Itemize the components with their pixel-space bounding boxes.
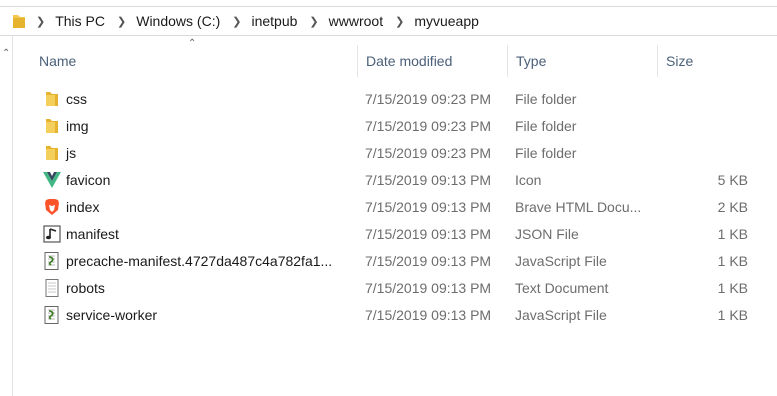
column-header-size[interactable]: Size <box>657 45 757 77</box>
file-date-modified: 7/15/2019 09:13 PM <box>365 280 492 296</box>
text-document-icon <box>42 278 62 298</box>
file-name[interactable]: precache-manifest.4727da487c4a782fa1... <box>66 253 332 269</box>
file-size: 1 KB <box>717 280 748 296</box>
file-type: File folder <box>515 145 577 161</box>
chevron-right-icon[interactable]: ❯ <box>395 15 404 28</box>
breadcrumb-item[interactable]: This PC <box>55 13 105 29</box>
file-type: JavaScript File <box>515 307 607 323</box>
file-name[interactable]: img <box>66 118 89 134</box>
file-date-modified: 7/15/2019 09:13 PM <box>365 226 492 242</box>
file-type: Brave HTML Docu... <box>515 199 642 215</box>
column-header-name[interactable]: Name <box>31 45 357 77</box>
file-type: JavaScript File <box>515 253 607 269</box>
navigation-pane[interactable]: ⌃ <box>0 36 13 396</box>
address-bar[interactable]: ❯ This PC ❯ Windows (C:) ❯ inetpub ❯ www… <box>0 6 777 36</box>
file-size: 1 KB <box>717 307 748 323</box>
file-row[interactable]: robots 7/15/2019 09:13 PM Text Document 1 K… <box>13 274 753 301</box>
file-row[interactable]: precache-manifest.4727da487c4a782fa1... 7… <box>13 247 753 274</box>
file-date-modified: 7/15/2019 09:13 PM <box>365 307 492 323</box>
file-date-modified: 7/15/2019 09:13 PM <box>365 172 492 188</box>
file-row[interactable]: index 7/15/2019 09:13 PM Brave HTML Docu..… <box>13 193 753 220</box>
file-size: 1 KB <box>717 226 748 242</box>
file-name[interactable]: service-worker <box>66 307 157 323</box>
brave-icon <box>42 197 62 217</box>
folder-icon <box>12 13 26 34</box>
folder-icon <box>42 143 62 163</box>
chevron-up-icon[interactable]: ⌃ <box>2 48 10 59</box>
file-date-modified: 7/15/2019 09:13 PM <box>365 199 492 215</box>
chevron-right-icon[interactable]: ❯ <box>36 15 45 28</box>
file-date-modified: 7/15/2019 09:23 PM <box>365 145 492 161</box>
file-name[interactable]: index <box>66 199 99 215</box>
column-header-date-modified[interactable]: Date modified <box>357 45 507 77</box>
breadcrumb-item[interactable]: Windows (C:) <box>136 13 220 29</box>
file-row[interactable]: manifest 7/15/2019 09:13 PM JSON File 1 KB <box>13 220 753 247</box>
file-row[interactable]: service-worker 7/15/2019 09:13 PM JavaScri… <box>13 301 753 328</box>
folder-icon <box>42 116 62 136</box>
file-row[interactable]: img 7/15/2019 09:23 PM File folder <box>13 112 753 139</box>
breadcrumb-item[interactable]: wwwroot <box>329 13 383 29</box>
chevron-right-icon[interactable]: ❯ <box>309 15 318 28</box>
file-size: 5 KB <box>717 172 748 188</box>
music-note-icon <box>42 224 62 244</box>
breadcrumb-item[interactable]: myvueapp <box>414 13 479 29</box>
file-size: 2 KB <box>717 199 748 215</box>
file-name[interactable]: robots <box>66 280 105 296</box>
column-header-type[interactable]: Type <box>507 45 657 77</box>
folder-icon <box>42 89 62 109</box>
file-date-modified: 7/15/2019 09:13 PM <box>365 253 492 269</box>
vue-icon <box>42 170 62 190</box>
file-type: File folder <box>515 91 577 107</box>
file-date-modified: 7/15/2019 09:23 PM <box>365 91 492 107</box>
script-icon <box>42 305 62 325</box>
file-type: File folder <box>515 118 577 134</box>
file-type: Text Document <box>515 280 609 296</box>
file-row[interactable]: favicon 7/15/2019 09:13 PM Icon 5 KB <box>13 166 753 193</box>
file-size: 1 KB <box>717 253 748 269</box>
file-row[interactable]: js 7/15/2019 09:23 PM File folder <box>13 139 753 166</box>
script-icon <box>42 251 62 271</box>
chevron-right-icon[interactable]: ❯ <box>117 15 126 28</box>
file-name[interactable]: favicon <box>66 172 110 188</box>
file-row[interactable]: css 7/15/2019 09:23 PM File folder <box>13 85 753 112</box>
chevron-right-icon[interactable]: ❯ <box>232 15 241 28</box>
file-name[interactable]: css <box>66 91 87 107</box>
file-name[interactable]: js <box>66 145 76 161</box>
breadcrumb-item[interactable]: inetpub <box>251 13 297 29</box>
file-date-modified: 7/15/2019 09:23 PM <box>365 118 492 134</box>
file-type: JSON File <box>515 226 579 242</box>
file-name[interactable]: manifest <box>66 226 119 242</box>
breadcrumb: ❯ This PC ❯ Windows (C:) ❯ inetpub ❯ www… <box>36 7 491 35</box>
file-type: Icon <box>515 172 542 188</box>
